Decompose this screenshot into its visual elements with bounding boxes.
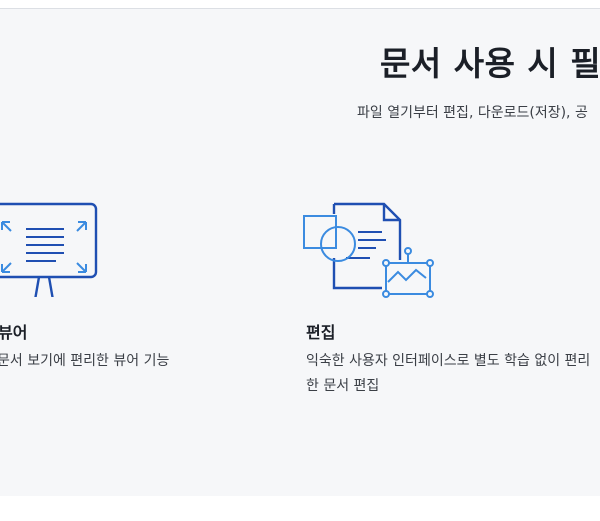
- bottom-spacer: [0, 496, 600, 521]
- editor-card-title: 편집: [306, 323, 336, 342]
- section-title: 문서 사용 시 필수: [380, 44, 600, 83]
- section-subtitle: 파일 열기부터 편집, 다운로드(저장), 공: [357, 105, 588, 121]
- monitor-expand-icon: [0, 202, 102, 302]
- document-edit-icon: [300, 202, 440, 306]
- features-section: 문서 사용 시 필수 파일 열기부터 편집, 다운로드(저장), 공 뷰어 문서: [0, 9, 600, 496]
- editor-card-description: 익숙한 사용자 인터페이스로 별도 학습 없이 편리한 문서 편집: [306, 353, 591, 394]
- viewer-card-title: 뷰어: [0, 323, 28, 342]
- viewer-card-description: 문서 보기에 편리한 뷰어 기능: [0, 353, 170, 369]
